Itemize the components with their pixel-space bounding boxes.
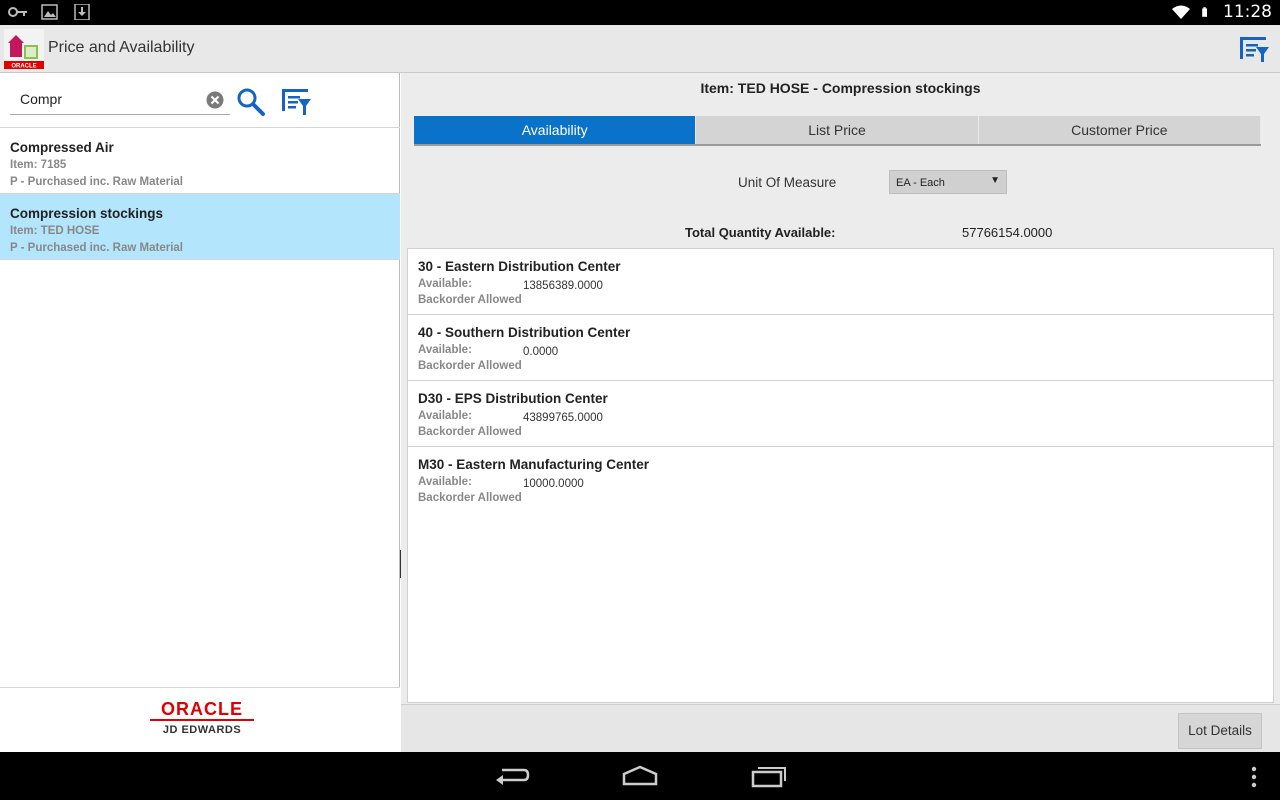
search-icon[interactable] bbox=[236, 87, 266, 117]
item-type: P - Purchased inc. Raw Material bbox=[10, 176, 183, 188]
available-label: Available: bbox=[418, 476, 472, 488]
tab-availability[interactable]: Availability bbox=[414, 116, 697, 144]
list-item[interactable]: Compressed Air Item: 7185 P - Purchased … bbox=[0, 128, 400, 194]
tab-list-price[interactable]: List Price bbox=[696, 116, 979, 144]
status-bar: 11:28 bbox=[0, 0, 1280, 25]
branch-name: 30 - Eastern Distribution Center bbox=[418, 259, 621, 274]
oracle-logo: ORACLE JD EDWARDS bbox=[150, 700, 254, 736]
detail-pane: Item: TED HOSE - Compression stockings A… bbox=[401, 73, 1280, 752]
total-quantity-value: 57766154.0000 bbox=[962, 225, 1053, 240]
clock: 11:28 bbox=[1223, 2, 1272, 22]
branch-row[interactable]: D30 - EPS Distribution Center Available:… bbox=[408, 381, 1273, 447]
back-icon[interactable] bbox=[494, 764, 530, 788]
branch-row[interactable]: 30 - Eastern Distribution Center Availab… bbox=[408, 249, 1273, 315]
battery-icon bbox=[1202, 7, 1207, 17]
backorder-label: Backorder Allowed bbox=[418, 426, 522, 438]
search-input[interactable] bbox=[10, 87, 190, 111]
item-list: Compressed Air Item: 7185 P - Purchased … bbox=[0, 128, 400, 260]
branch-name: 40 - Southern Distribution Center bbox=[418, 325, 631, 340]
lot-details-button[interactable]: Lot Details bbox=[1178, 713, 1262, 749]
item-header: Item: TED HOSE - Compression stockings bbox=[700, 80, 981, 96]
clear-icon[interactable] bbox=[206, 91, 224, 109]
backorder-label: Backorder Allowed bbox=[418, 492, 522, 504]
item-title: Compression stockings bbox=[10, 206, 164, 221]
total-quantity-label: Total Quantity Available: bbox=[685, 225, 836, 240]
jde-app-icon[interactable]: ORACLE bbox=[4, 29, 44, 69]
image-icon bbox=[41, 4, 58, 20]
list-item-selected[interactable]: Compression stockings Item: TED HOSE P -… bbox=[0, 194, 400, 260]
branch-name: M30 - Eastern Manufacturing Center bbox=[418, 457, 650, 472]
navigation-bar bbox=[0, 752, 1280, 800]
item-number: Item: TED HOSE bbox=[10, 225, 100, 237]
download-icon bbox=[74, 4, 90, 20]
uom-select[interactable]: EA - Each ▼ bbox=[889, 170, 1007, 194]
item-list-pane: Compressed Air Item: 7185 P - Purchased … bbox=[0, 73, 400, 752]
available-label: Available: bbox=[418, 278, 472, 290]
filter-icon[interactable] bbox=[280, 87, 312, 117]
search-row bbox=[0, 73, 400, 128]
page-title: Price and Availability bbox=[48, 39, 195, 56]
item-type: P - Purchased inc. Raw Material bbox=[10, 242, 183, 254]
backorder-label: Backorder Allowed bbox=[418, 294, 522, 306]
detail-footer: Lot Details bbox=[401, 704, 1280, 752]
tab-customer-price[interactable]: Customer Price bbox=[978, 116, 1261, 144]
brand-footer: ORACLE JD EDWARDS bbox=[0, 687, 400, 752]
available-value: 10000.0000 bbox=[523, 478, 584, 490]
item-number: Item: 7185 bbox=[10, 159, 67, 171]
item-title: Compressed Air bbox=[10, 140, 114, 155]
key-icon bbox=[8, 7, 27, 17]
available-value: 13856389.0000 bbox=[523, 280, 603, 292]
oracle-wordmark: ORACLE bbox=[150, 700, 254, 721]
available-label: Available: bbox=[418, 344, 472, 356]
branch-row[interactable]: 40 - Southern Distribution Center Availa… bbox=[408, 315, 1273, 381]
recent-apps-icon[interactable] bbox=[750, 764, 788, 788]
available-label: Available: bbox=[418, 410, 472, 422]
branch-row[interactable]: M30 - Eastern Manufacturing Center Avail… bbox=[408, 447, 1273, 513]
backorder-label: Backorder Allowed bbox=[418, 360, 522, 372]
search-box bbox=[10, 85, 230, 115]
uom-value: EA - Each bbox=[896, 177, 945, 189]
uom-label: Unit Of Measure bbox=[738, 175, 837, 190]
filter-list-icon[interactable] bbox=[1238, 33, 1270, 65]
dropdown-arrow-icon: ▼ bbox=[990, 175, 1000, 186]
home-icon[interactable] bbox=[620, 764, 660, 788]
tab-bar: Availability List Price Customer Price bbox=[414, 116, 1261, 146]
jde-wordmark: JD EDWARDS bbox=[162, 724, 242, 736]
available-value: 0.0000 bbox=[523, 346, 559, 358]
wifi-icon bbox=[1172, 5, 1190, 19]
action-bar: ORACLE Price and Availability bbox=[0, 25, 1280, 73]
overflow-menu-icon[interactable] bbox=[1248, 766, 1260, 788]
svg-text:ORACLE: ORACLE bbox=[11, 64, 36, 70]
branch-name: D30 - EPS Distribution Center bbox=[418, 391, 608, 406]
available-value: 43899765.0000 bbox=[523, 412, 603, 424]
branch-list: 30 - Eastern Distribution Center Availab… bbox=[407, 248, 1274, 703]
